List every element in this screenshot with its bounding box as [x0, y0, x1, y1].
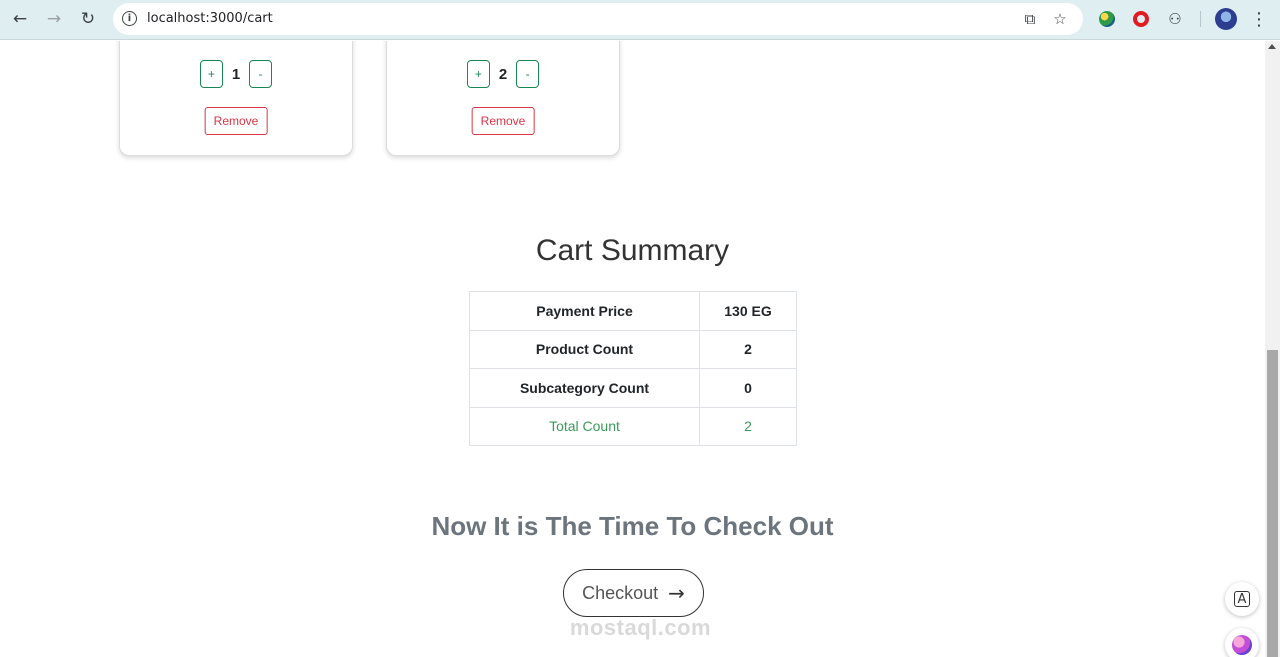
remove-item-button[interactable]: Remove [471, 107, 535, 135]
watermark: mostaql.com [569, 615, 712, 640]
table-row: Subcategory Count 0 [469, 368, 797, 408]
scrollbar-thumb[interactable] [1267, 350, 1278, 657]
quantity-value: 1 [231, 65, 241, 83]
install-app-icon[interactable]: ⧉ [1020, 9, 1040, 29]
url-text[interactable]: localhost:3000/cart [147, 11, 273, 26]
translate-icon: A [1234, 591, 1250, 607]
extension-globe-icon[interactable] [1096, 8, 1118, 30]
quantity-value: 2 [498, 65, 508, 83]
summary-value: 130 EG [699, 291, 797, 331]
checkout-button[interactable]: Checkout → [563, 569, 704, 617]
kebab-menu-icon[interactable]: ⋮ [1249, 8, 1269, 30]
translate-button[interactable]: A [1225, 582, 1259, 616]
profile-avatar[interactable] [1215, 8, 1237, 30]
checkout-heading: Now It is The Time To Check Out [431, 511, 834, 541]
remove-item-button[interactable]: Remove [204, 107, 268, 135]
page-scrollbar[interactable] [1265, 41, 1280, 657]
decrease-quantity-button[interactable]: - [249, 60, 273, 88]
cart-summary-table: Payment Price 130 EG Product Count 2 Sub… [469, 291, 797, 446]
checkout-button-label: Checkout [582, 582, 659, 603]
cart-item-card: + 2 - Remove [386, 41, 620, 156]
browser-toolbar: ← → ↻ i localhost:3000/cart ⧉ ☆ ⚇ ⋮ [0, 0, 1280, 40]
summary-label: Total Count [469, 406, 700, 446]
summary-value: 2 [699, 406, 797, 446]
summary-label: Product Count [469, 329, 700, 369]
cart-summary-title: Cart Summary [535, 234, 730, 267]
page-viewport: + 1 - Remove + 2 - Remove Cart Summary P… [0, 41, 1265, 657]
cart-item-card: + 1 - Remove [119, 41, 353, 156]
extensions-puzzle-icon[interactable]: ⚇ [1164, 8, 1186, 30]
summary-label: Subcategory Count [469, 368, 700, 408]
increase-quantity-button[interactable]: + [466, 60, 490, 88]
address-bar[interactable]: i localhost:3000/cart ⧉ ☆ [113, 3, 1083, 35]
site-info-icon[interactable]: i [122, 11, 137, 26]
decrease-quantity-button[interactable]: - [516, 60, 540, 88]
summary-value: 2 [699, 329, 797, 369]
quantity-controls: + 1 - [120, 60, 352, 88]
arrow-right-icon: → [668, 581, 685, 605]
summary-label: Payment Price [469, 291, 700, 331]
opera-extension-icon[interactable] [1130, 8, 1152, 30]
ai-assistant-button[interactable] [1225, 628, 1259, 657]
toolbar-divider [1200, 11, 1201, 27]
summary-value: 0 [699, 368, 797, 408]
forward-arrow-icon[interactable]: → [41, 6, 67, 32]
quantity-controls: + 2 - [387, 60, 619, 88]
table-row-total: Total Count 2 [469, 406, 797, 446]
table-row: Payment Price 130 EG [469, 291, 797, 331]
table-row: Product Count 2 [469, 329, 797, 369]
brain-icon [1232, 635, 1252, 655]
back-arrow-icon[interactable]: ← [7, 6, 33, 32]
bookmark-star-icon[interactable]: ☆ [1050, 9, 1070, 29]
reload-icon[interactable]: ↻ [75, 6, 101, 32]
increase-quantity-button[interactable]: + [199, 60, 223, 88]
scroll-up-icon[interactable] [1268, 44, 1276, 49]
